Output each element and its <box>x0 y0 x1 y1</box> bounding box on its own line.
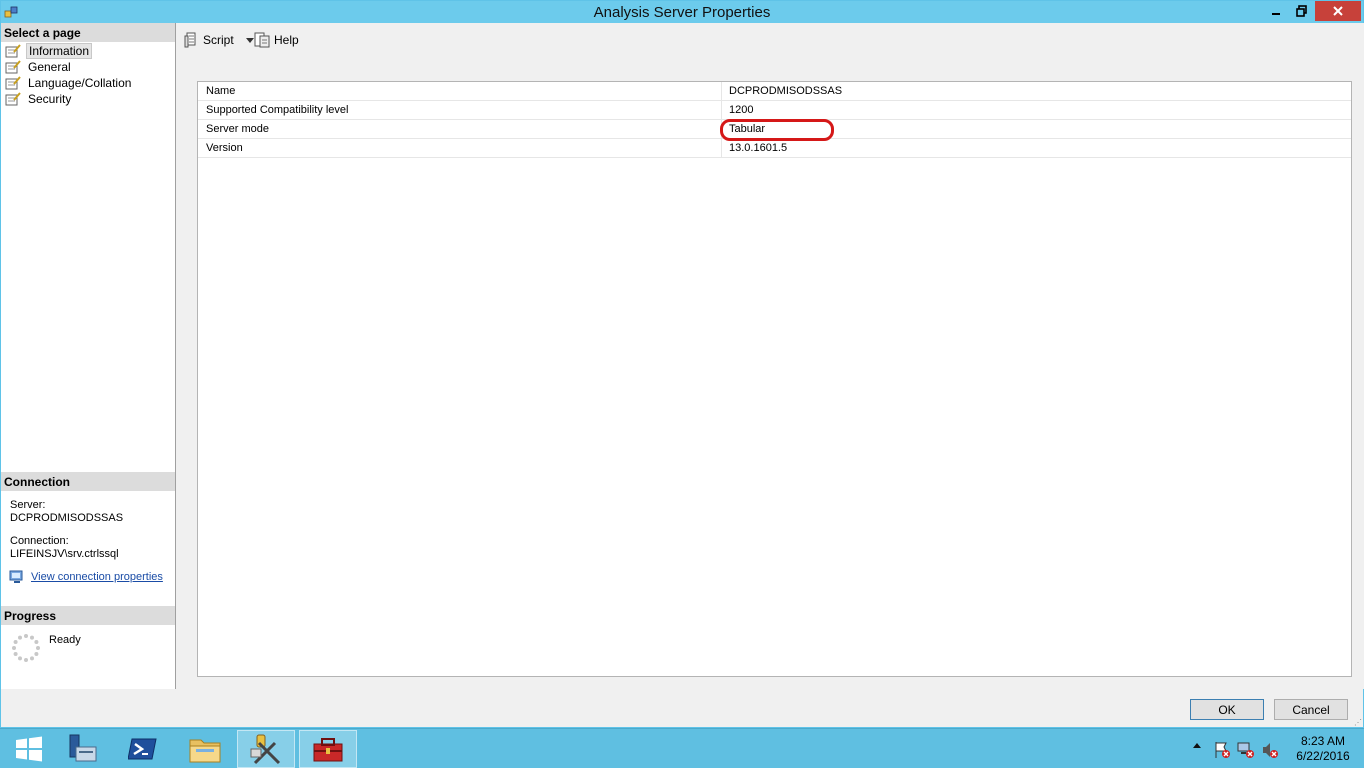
toolbox-taskbar-button[interactable] <box>299 730 357 768</box>
start-button[interactable] <box>0 730 58 768</box>
network-tray-button[interactable] <box>1237 741 1255 759</box>
server-label: Server: <box>10 499 46 511</box>
help-icon <box>254 32 270 48</box>
page-wrench-icon <box>5 76 21 90</box>
script-icon <box>184 32 196 48</box>
property-value: DCPRODMISODSSAS <box>729 85 843 97</box>
resize-grip-icon[interactable]: ⋰ <box>1354 718 1362 727</box>
help-label: Help <box>274 33 299 47</box>
flag-alert-icon <box>1215 742 1230 758</box>
script-button[interactable]: Script <box>183 32 262 48</box>
ssms-tools-taskbar-button[interactable] <box>237 730 295 768</box>
start-icon <box>16 736 42 762</box>
server-manager-taskbar-button[interactable] <box>52 730 110 768</box>
help-button[interactable]: Help <box>254 32 299 48</box>
volume-tray-button[interactable] <box>1261 741 1279 759</box>
taskbar-clock[interactable]: 8:23 AM 6/22/2016 <box>1290 734 1356 764</box>
script-label: Script <box>203 33 234 47</box>
property-row[interactable]: Name DCPRODMISODSSAS <box>198 82 1351 101</box>
restore-button[interactable] <box>1289 1 1315 21</box>
connection-label: Connection: <box>10 535 69 547</box>
close-button[interactable] <box>1315 1 1361 21</box>
clock-time: 8:23 AM <box>1300 734 1346 748</box>
property-row[interactable]: Version 13.0.1601.5 <box>198 139 1351 158</box>
file-explorer-taskbar-button[interactable] <box>176 730 234 768</box>
select-page-header: Select a page <box>1 23 175 42</box>
powershell-icon <box>128 738 157 760</box>
page-item-general[interactable]: General <box>1 59 175 75</box>
analysis-server-properties-window: Analysis Server Properties Select a page… <box>0 0 1364 728</box>
taskbar: 8:23 AM 6/22/2016 <box>0 728 1364 768</box>
page-item-label: Information <box>26 43 93 59</box>
progress-header: Progress <box>1 606 175 625</box>
ssms-tools-icon <box>250 734 281 765</box>
progress-status: Ready <box>49 634 81 646</box>
left-pane: Select a page Information General Langua… <box>1 23 176 689</box>
file-explorer-icon <box>189 739 221 763</box>
show-hidden-icons-button[interactable] <box>1192 741 1202 751</box>
minimize-button[interactable] <box>1263 1 1289 21</box>
chevron-up-icon <box>1193 743 1201 748</box>
minimize-icon <box>1272 13 1280 15</box>
close-icon <box>1333 6 1343 16</box>
connection-value: LIFEINSJV\srv.ctrlssql <box>10 548 119 560</box>
clock-date: 6/22/2016 <box>1296 749 1350 763</box>
network-alert-icon <box>1237 742 1254 758</box>
property-value: 1200 <box>729 104 754 116</box>
view-connection-properties-label[interactable]: View connection properties <box>31 571 163 583</box>
page-item-security[interactable]: Security <box>1 91 175 107</box>
toolbar: Script Help <box>177 23 1364 59</box>
ok-button[interactable]: OK <box>1190 699 1264 720</box>
powershell-taskbar-button[interactable] <box>114 730 172 768</box>
content-area: Name DCPRODMISODSSAS Supported Compatibi… <box>177 59 1364 689</box>
progress-spinner-icon <box>12 634 40 662</box>
property-name: Name <box>206 85 236 97</box>
action-center-tray-button[interactable] <box>1213 741 1231 759</box>
server-manager-icon <box>69 734 97 762</box>
page-item-label: General <box>28 60 71 74</box>
connection-header: Connection <box>1 472 175 491</box>
page-item-label: Language/Collation <box>28 76 132 90</box>
property-row[interactable]: Supported Compatibility level 1200 <box>198 101 1351 120</box>
view-connection-properties-link[interactable]: View connection properties <box>9 570 163 584</box>
title-bar[interactable]: Analysis Server Properties <box>1 1 1363 23</box>
connection-properties-icon <box>9 570 23 583</box>
property-value: 13.0.1601.5 <box>729 142 788 154</box>
page-item-label: Security <box>28 92 72 106</box>
red-highlight-annotation <box>720 119 834 141</box>
restore-icon <box>1296 5 1307 17</box>
window-title: Analysis Server Properties <box>593 4 771 21</box>
page-wrench-icon <box>5 60 21 74</box>
cancel-button[interactable]: Cancel <box>1274 699 1348 720</box>
property-name: Version <box>206 142 243 154</box>
property-grid[interactable]: Name DCPRODMISODSSAS Supported Compatibi… <box>197 81 1352 677</box>
property-name: Server mode <box>206 123 269 135</box>
page-wrench-icon <box>5 44 21 58</box>
page-wrench-icon <box>5 92 21 106</box>
toolbox-icon <box>313 738 343 762</box>
page-item-information[interactable]: Information <box>1 43 175 59</box>
property-name: Supported Compatibility level <box>206 104 349 116</box>
server-value: DCPRODMISODSSAS <box>10 512 124 524</box>
page-item-language-collation[interactable]: Language/Collation <box>1 75 175 91</box>
volume-muted-icon <box>1263 743 1278 758</box>
